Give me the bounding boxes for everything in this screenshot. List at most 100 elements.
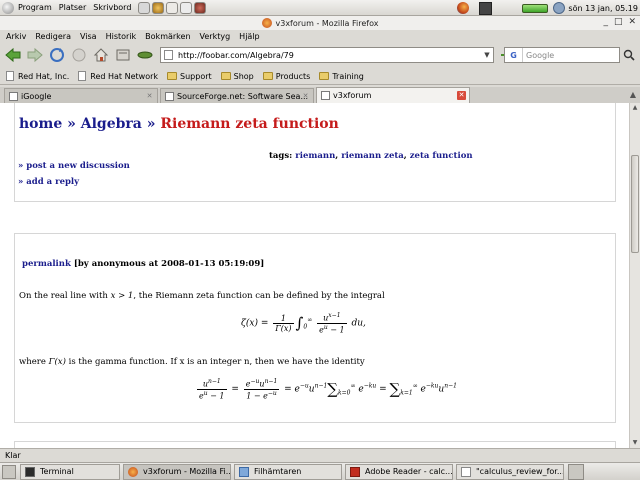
bookmark-red-hat-inc[interactable]: Red Hat, Inc.: [6, 71, 69, 81]
firefox-icon: [128, 466, 138, 477]
page-icon: [6, 71, 14, 81]
bookmark-folder-training[interactable]: Training: [319, 72, 364, 81]
post-text: where Γ(x) is the gamma function. If x i…: [19, 357, 365, 367]
tab-close-icon[interactable]: ✕: [301, 92, 310, 101]
gamma-identity-formula: un−1 eu − 1 = e−uun−1 1 − e−u = e−uun−1∑k=…: [197, 378, 457, 401]
launcher-icon[interactable]: [138, 1, 151, 14]
tag-riemann-zeta[interactable]: riemann zeta: [341, 151, 404, 161]
firefox-icon: [261, 18, 272, 28]
tab-v3xforum[interactable]: v3xforum ✕: [316, 87, 470, 103]
tag-riemann[interactable]: riemann: [295, 151, 335, 161]
search-input[interactable]: Google: [526, 51, 554, 60]
reload-button[interactable]: [48, 46, 66, 64]
url-bar[interactable]: http://foobar.com/Algebra/79 ▼: [160, 47, 494, 63]
panel-menu-program[interactable]: Program: [18, 3, 52, 12]
terminal-icon: [25, 466, 35, 477]
task-firefox[interactable]: v3xforum - Mozilla Fi...: [123, 463, 231, 480]
scroll-up-icon[interactable]: ▲: [630, 103, 640, 113]
tags: tags: riemann, riemann zeta, zeta functi…: [269, 151, 473, 161]
google-icon: [9, 91, 18, 101]
top-panel: Program Platser Skrivbord sön 13 jan, 05…: [0, 0, 640, 16]
post-header: permalink [by anonymous at 2008-01-13 05…: [22, 259, 264, 269]
panel-menu-platser[interactable]: Platser: [59, 3, 86, 12]
search-box[interactable]: G Google: [504, 47, 620, 63]
battery-icon[interactable]: [522, 3, 549, 13]
tab-sourceforge[interactable]: SourceForge.net: Software Sea... ✕: [160, 88, 314, 103]
menu-historik[interactable]: Historik: [106, 32, 137, 41]
search-icon[interactable]: [623, 49, 635, 61]
maximize-icon[interactable]: □: [614, 17, 623, 27]
bookmark-folder-shop[interactable]: Shop: [220, 72, 254, 81]
workspace-switcher-icon[interactable]: [568, 463, 584, 480]
bookmark-folder-support[interactable]: Support: [167, 72, 212, 81]
scroll-thumb[interactable]: [631, 155, 639, 253]
panel-clock[interactable]: sön 13 jan, 05.19: [568, 4, 638, 13]
history-icon: [116, 49, 130, 61]
post-text: On the real line with x > 1, the Riemann…: [19, 291, 385, 301]
task-text-editor[interactable]: "calculus_review_for...: [456, 463, 564, 480]
navigation-toolbar: http://foobar.com/Algebra/79 ▼ G Google: [0, 43, 640, 67]
page-icon: [321, 91, 330, 100]
reload-icon: [50, 48, 64, 62]
gnome-foot-icon[interactable]: [2, 1, 14, 14]
stop-button[interactable]: [70, 46, 88, 64]
applet-icon[interactable]: [479, 1, 493, 15]
tab-igoogle[interactable]: iGoogle ✕: [4, 88, 158, 103]
breadcrumb-home[interactable]: home: [19, 116, 62, 132]
launcher-icon[interactable]: [152, 1, 165, 14]
stop-icon: [72, 48, 86, 62]
chevron-down-icon[interactable]: ▼: [481, 51, 493, 59]
panel-menu-skrivbord[interactable]: Skrivbord: [93, 3, 131, 12]
scroll-down-icon[interactable]: ▼: [630, 438, 640, 448]
home-button[interactable]: [92, 46, 110, 64]
bookmarks-toolbar: Red Hat, Inc. Red Hat Network Support Sh…: [0, 68, 640, 85]
close-icon[interactable]: ✕: [628, 17, 636, 27]
folder-icon: [319, 72, 330, 80]
launcher-icon[interactable]: [194, 1, 207, 14]
menu-hjalp[interactable]: Hjälp: [239, 32, 259, 41]
menu-redigera[interactable]: Redigera: [35, 32, 71, 41]
menu-verktyg[interactable]: Verktyg: [200, 32, 231, 41]
folder-icon: [262, 72, 273, 80]
back-arrow-icon: [5, 47, 21, 63]
breadcrumb-algebra[interactable]: Algebra: [81, 116, 142, 132]
forward-button[interactable]: [26, 46, 44, 64]
back-button[interactable]: [4, 46, 22, 64]
folder-icon: [220, 72, 231, 80]
update-icon[interactable]: [553, 2, 566, 14]
task-terminal[interactable]: Terminal: [20, 463, 120, 480]
tab-close-icon[interactable]: ✕: [145, 92, 154, 101]
text-icon: [461, 466, 471, 477]
leaf-button[interactable]: [136, 46, 154, 64]
permalink-link[interactable]: permalink: [22, 259, 71, 269]
history-button[interactable]: [114, 46, 132, 64]
tab-close-icon[interactable]: ✕: [457, 91, 466, 100]
status-text: Klar: [5, 451, 21, 460]
folder-icon: [167, 72, 178, 80]
launcher-icon[interactable]: [180, 1, 193, 14]
page-scrollbar[interactable]: ▲ ▼: [629, 103, 640, 448]
status-bar: Klar: [0, 448, 640, 462]
task-adobe-reader[interactable]: Adobe Reader - calc...: [345, 463, 453, 480]
menu-arkiv[interactable]: Arkiv: [6, 32, 26, 41]
menu-visa[interactable]: Visa: [80, 32, 97, 41]
post-new-discussion-link[interactable]: » post a new discussion: [18, 161, 130, 171]
window-title-bar[interactable]: v3xforum - Mozilla Firefox _ □ ✕: [0, 16, 640, 30]
bottom-taskbar: Terminal v3xforum - Mozilla Fi... Filhäm…: [0, 462, 640, 480]
menu-bokmarken[interactable]: Bokmärken: [145, 32, 190, 41]
forward-arrow-icon: [27, 47, 43, 63]
tag-zeta-function[interactable]: zeta function: [410, 151, 473, 161]
add-reply-link[interactable]: » add a reply: [18, 177, 79, 187]
url-text[interactable]: http://foobar.com/Algebra/79: [178, 51, 481, 60]
window-title: v3xforum - Mozilla Firefox: [275, 18, 379, 28]
firefox-launcher-icon[interactable]: [457, 2, 470, 14]
google-icon[interactable]: G: [505, 48, 523, 62]
minimize-icon[interactable]: _: [603, 17, 608, 27]
launcher-icon[interactable]: [166, 1, 179, 14]
bookmark-folder-products[interactable]: Products: [262, 72, 310, 81]
tab-list-icon[interactable]: ▲: [630, 90, 636, 99]
show-desktop-icon[interactable]: [2, 464, 16, 479]
topic-header-box: home » Algebra » Riemann zeta function t…: [14, 103, 616, 202]
bookmark-red-hat-network[interactable]: Red Hat Network: [78, 71, 158, 81]
task-downloads[interactable]: Filhämtaren: [234, 463, 342, 480]
